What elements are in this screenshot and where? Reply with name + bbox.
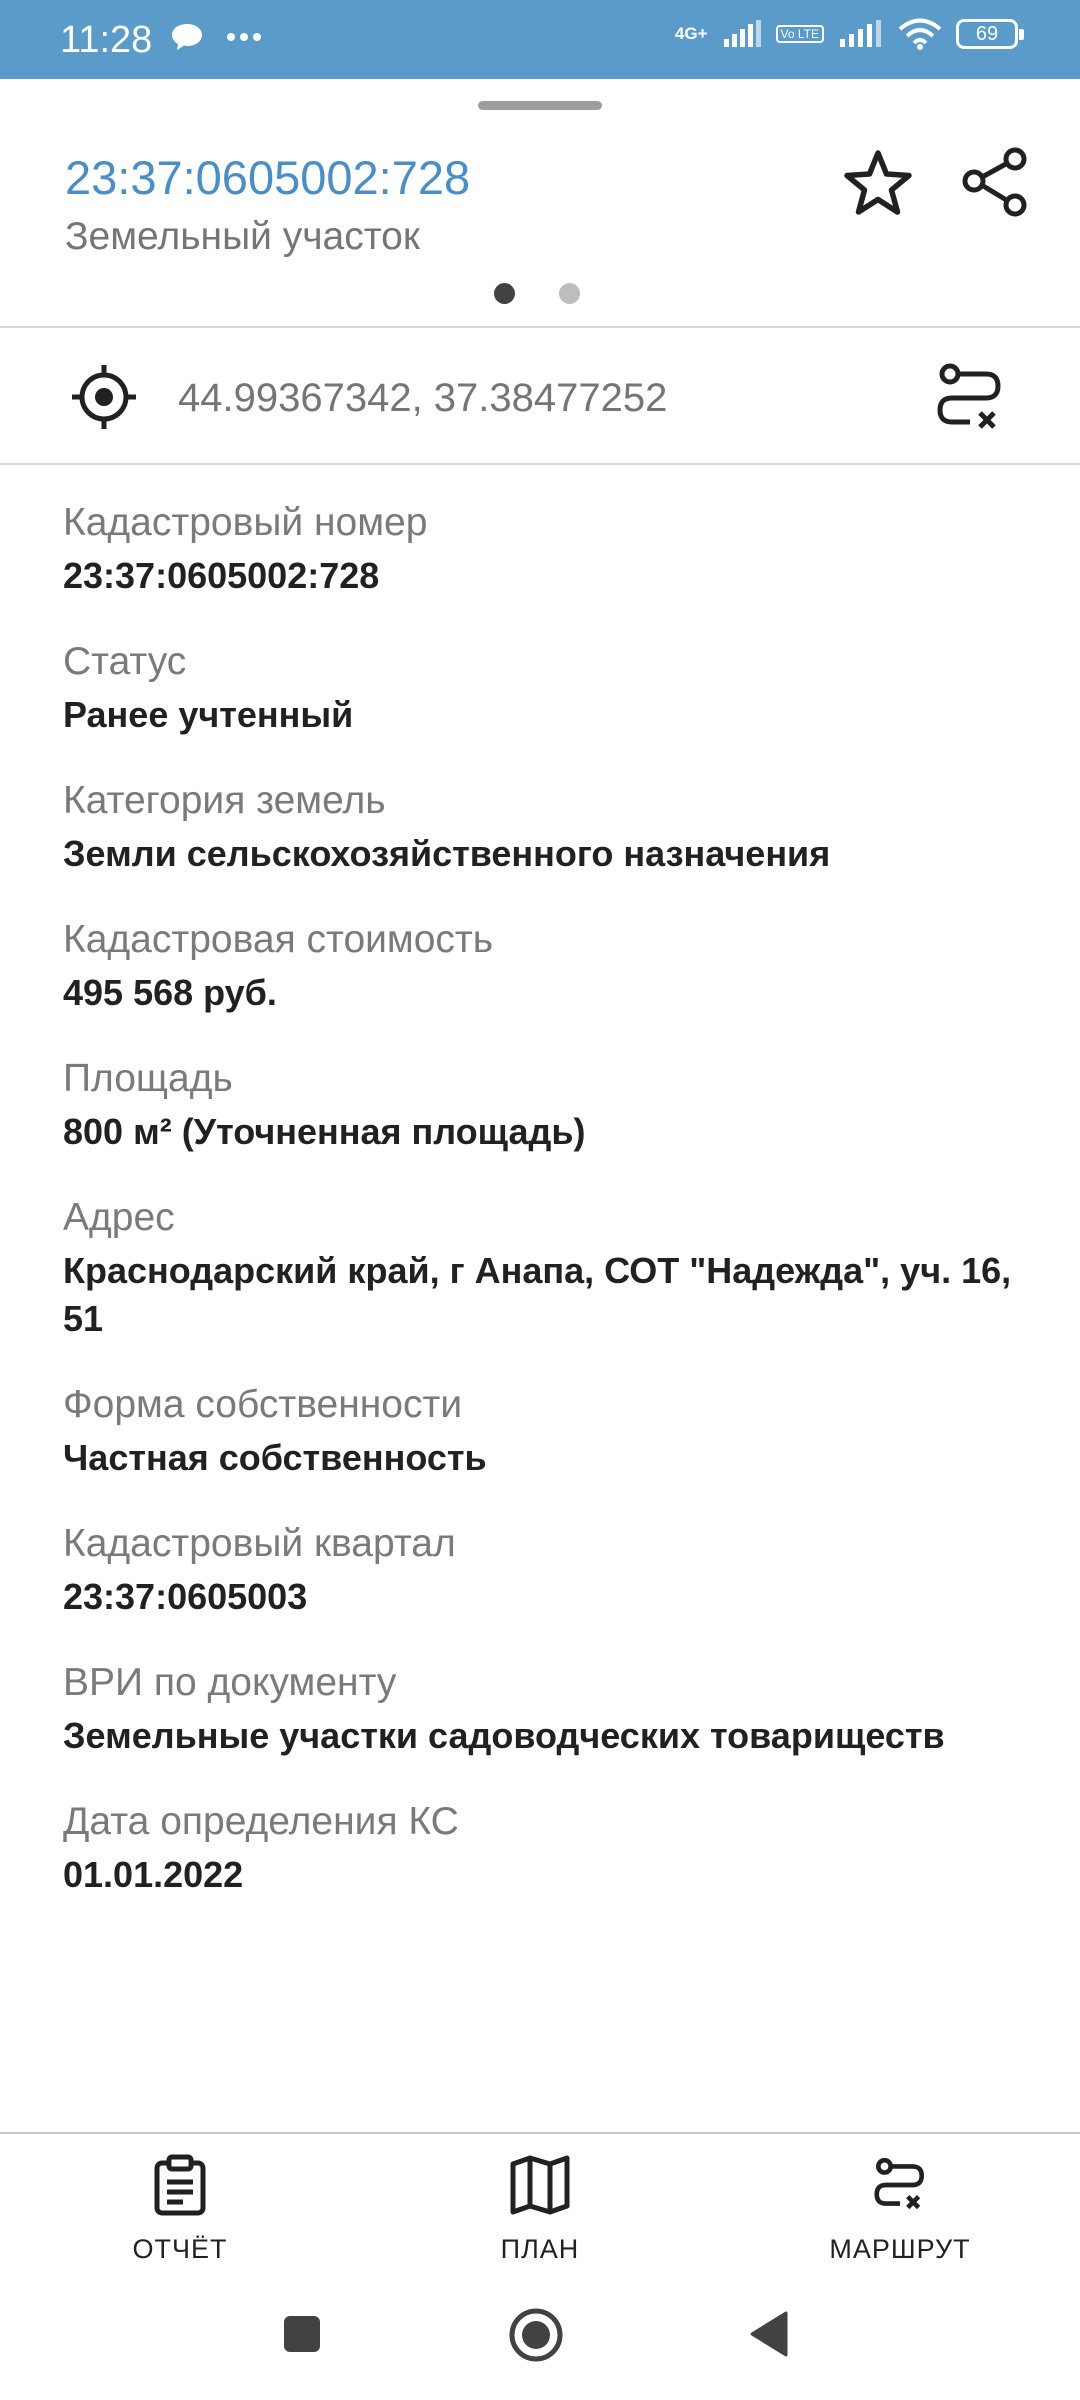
bottom-navigation: ОТЧЁТ ПЛАН МАРШРУТ xyxy=(0,2132,1080,2279)
field-area: Площадь 800 м² (Уточненная площадь) xyxy=(63,1050,1053,1156)
route-remove-icon xyxy=(874,2157,925,2210)
nav-plan-label: ПЛАН xyxy=(500,2234,580,2264)
field-label: Кадастровый квартал xyxy=(63,1522,456,1565)
field-valuation-date: Дата определения КС 01.01.2022 xyxy=(63,1793,1053,1899)
volte-badge: Vo LTE xyxy=(775,25,824,43)
field-label: Кадастровая стоимость xyxy=(63,918,494,961)
page-indicator xyxy=(494,283,580,304)
field-permitted-use: ВРИ по документу Земельные участки садов… xyxy=(63,1654,1053,1760)
field-value: 800 м² (Уточненная площадь) xyxy=(63,1111,586,1152)
field-land-category: Категория земель Земли сельскохозяйствен… xyxy=(63,772,1053,878)
divider xyxy=(0,463,1080,465)
field-value: Ранее учтенный xyxy=(63,694,354,735)
signal-icon xyxy=(840,20,881,47)
divider xyxy=(0,326,1080,328)
field-label: Адрес xyxy=(63,1196,175,1239)
field-cadastral-quarter: Кадастровый квартал 23:37:0605003 xyxy=(63,1515,1053,1621)
field-value: Земли сельскохозяйственного назначения xyxy=(63,833,831,874)
field-value: 23:37:0605002:728 xyxy=(63,555,380,596)
network-type-label: 4G+ xyxy=(674,24,708,43)
field-status: Статус Ранее учтенный xyxy=(63,633,1053,739)
field-label: Статус xyxy=(63,640,187,683)
field-ownership-form: Форма собственности Частная собственност… xyxy=(63,1376,1053,1482)
share-button[interactable] xyxy=(955,144,1035,224)
route-remove-button[interactable] xyxy=(930,358,1010,438)
object-type-subtitle: Земельный участок xyxy=(65,215,420,258)
field-value: Частная собственность xyxy=(63,1437,487,1478)
field-label: Кадастровый номер xyxy=(63,501,428,544)
battery-icon: 69 xyxy=(956,19,1024,49)
page-dot-active[interactable] xyxy=(494,283,515,304)
home-button[interactable] xyxy=(508,2307,564,2368)
field-value: 495 568 руб. xyxy=(63,972,277,1013)
field-label: Дата определения КС xyxy=(63,1800,459,1843)
wifi-icon xyxy=(898,18,942,50)
status-bar: 11:28 4G+ Vo LTE 69 xyxy=(0,0,1080,79)
status-time: 11:28 xyxy=(60,19,153,61)
field-label: ВРИ по документу xyxy=(63,1661,397,1704)
share-icon xyxy=(962,147,1027,217)
nav-plan-button[interactable]: ПЛАН xyxy=(430,2154,650,2265)
clipboard-report-icon xyxy=(154,2154,206,2216)
back-button[interactable] xyxy=(748,2310,790,2363)
field-address: Адрес Краснодарский край, г Анапа, СОТ "… xyxy=(63,1189,1053,1343)
recents-button[interactable] xyxy=(282,2314,322,2359)
nav-report-button[interactable]: ОТЧЁТ xyxy=(70,2154,290,2265)
circle-home-icon xyxy=(509,2308,563,2362)
field-value: 01.01.2022 xyxy=(63,1854,244,1895)
cadastral-number-title: 23:37:0605002:728 xyxy=(65,151,471,204)
field-value: Земельные участки садоводческих товарище… xyxy=(63,1715,945,1756)
chat-bubble-icon xyxy=(172,24,202,50)
field-value: Краснодарский край, г Анапа, СОТ "Надежд… xyxy=(63,1250,1012,1339)
back-triangle-icon xyxy=(750,2311,788,2357)
square-icon xyxy=(284,2316,320,2352)
status-notification-icons xyxy=(170,22,262,52)
signal-icon xyxy=(723,20,761,47)
status-system-icons: 4G+ Vo LTE 69 xyxy=(674,18,1024,50)
field-value: 23:37:0605003 xyxy=(63,1576,308,1617)
star-icon xyxy=(844,150,912,215)
field-label: Форма собственности xyxy=(63,1383,463,1426)
field-label: Площадь xyxy=(63,1057,233,1100)
system-navigation-bar xyxy=(0,2277,1080,2400)
nav-route-button[interactable]: МАРШРУТ xyxy=(790,2154,1010,2265)
route-remove-icon xyxy=(937,363,1001,429)
nav-route-label: МАРШРУТ xyxy=(829,2234,971,2264)
locate-button[interactable] xyxy=(68,361,140,433)
more-dots-icon xyxy=(227,33,261,41)
page-dot[interactable] xyxy=(559,283,580,304)
map-icon xyxy=(510,2155,570,2215)
field-cadastral-number: Кадастровый номер 23:37:0605002:728 xyxy=(63,494,1053,600)
drag-handle[interactable] xyxy=(478,101,602,110)
field-label: Категория земель xyxy=(63,779,386,822)
property-fields: Кадастровый номер 23:37:0605002:728 Стат… xyxy=(63,494,1053,1932)
favorite-button[interactable] xyxy=(838,144,918,224)
target-location-icon xyxy=(72,365,136,429)
field-cadastral-value: Кадастровая стоимость 495 568 руб. xyxy=(63,911,1053,1017)
nav-report-label: ОТЧЁТ xyxy=(132,2234,228,2264)
coordinates-text: 44.99367342, 37.38477252 xyxy=(178,376,668,420)
